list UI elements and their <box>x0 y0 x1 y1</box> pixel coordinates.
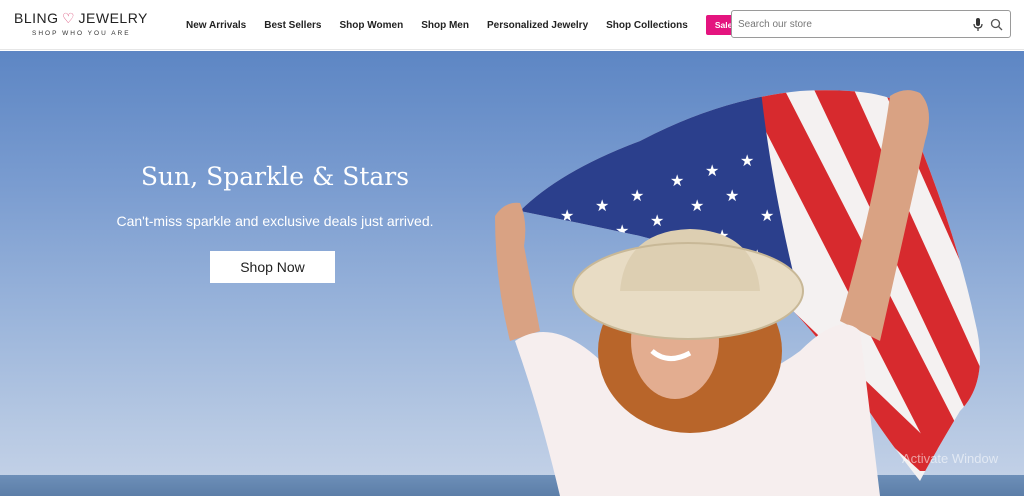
activate-windows-watermark: Activate Window <box>902 451 999 466</box>
nav-item-shop-men[interactable]: Shop Men <box>421 20 469 31</box>
nav-item-personalized-jewelry[interactable]: Personalized Jewelry <box>487 20 588 31</box>
brand-logo[interactable]: BLING ♡ JEWELRY SHOP WHO YOU ARE <box>14 8 164 42</box>
svg-text:★: ★ <box>690 196 704 215</box>
logo-tagline: SHOP WHO YOU ARE <box>32 30 131 37</box>
logo-name-right: JEWELRY <box>78 10 148 26</box>
nav-item-best-sellers[interactable]: Best Sellers <box>264 20 321 31</box>
heart-logo-icon: ♡ <box>61 10 76 26</box>
logo-name-left: BLING <box>14 10 59 26</box>
search-input[interactable] <box>738 16 958 32</box>
svg-text:★: ★ <box>725 186 739 205</box>
svg-text:★: ★ <box>705 161 719 180</box>
svg-text:★: ★ <box>630 186 644 205</box>
svg-text:★: ★ <box>760 206 774 225</box>
hero-banner: ★★★ ★★★ ★★★ ★★★ ★★★ ★★★ Sun, Sparkle & S… <box>0 51 1024 496</box>
nav-item-new-arrivals[interactable]: New Arrivals <box>186 20 246 31</box>
svg-text:★: ★ <box>615 221 629 240</box>
svg-text:★: ★ <box>560 206 574 225</box>
svg-text:★: ★ <box>650 211 664 230</box>
svg-text:★: ★ <box>740 151 754 170</box>
svg-text:★: ★ <box>595 196 609 215</box>
nav-item-shop-women[interactable]: Shop Women <box>339 20 403 31</box>
hero-image-woman-with-flag: ★★★ ★★★ ★★★ ★★★ ★★★ ★★★ <box>495 90 980 496</box>
logo-wordmark: BLING ♡ JEWELRY <box>14 10 148 27</box>
svg-text:★: ★ <box>670 171 684 190</box>
hero-subtitle: Can't-miss sparkle and exclusive deals j… <box>116 213 434 229</box>
shop-now-button[interactable]: Shop Now <box>210 251 335 283</box>
microphone-icon[interactable] <box>972 17 984 33</box>
hero-title: Sun, Sparkle & Stars <box>140 162 410 191</box>
main-nav: New Arrivals Best Sellers Shop Women Sho… <box>186 0 742 50</box>
search-box <box>731 10 1011 38</box>
nav-item-shop-collections[interactable]: Shop Collections <box>606 20 688 31</box>
search-icon[interactable] <box>990 18 1003 31</box>
svg-text:★: ★ <box>580 231 594 250</box>
site-header: BLING ♡ JEWELRY SHOP WHO YOU ARE New Arriv… <box>0 0 1024 50</box>
